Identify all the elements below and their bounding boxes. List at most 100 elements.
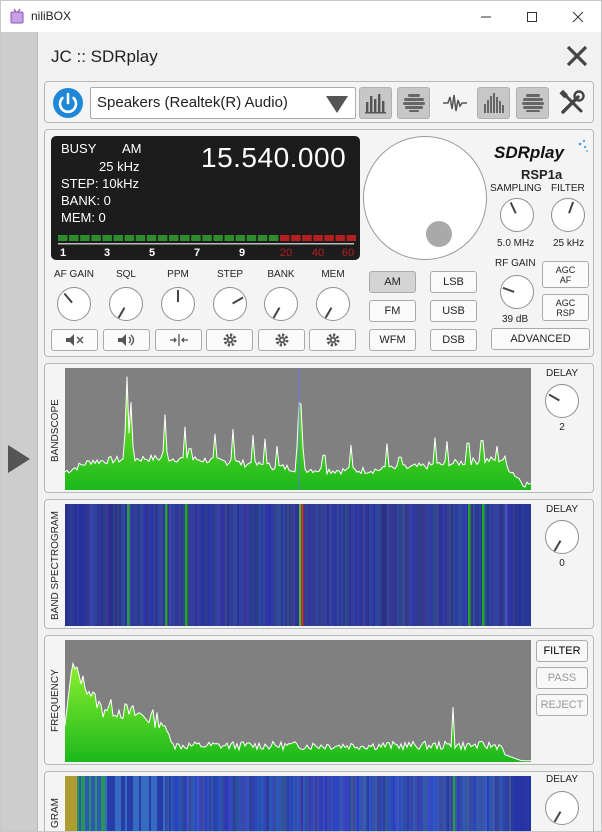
gram-column xyxy=(473,776,475,831)
gram-column xyxy=(231,776,233,831)
gram-column xyxy=(111,776,113,831)
waterfall-button[interactable] xyxy=(397,87,430,119)
mute-button[interactable] xyxy=(51,329,98,351)
advanced-button[interactable]: ADVANCED xyxy=(491,328,590,350)
gram-column xyxy=(347,776,349,831)
reject-button[interactable]: REJECT xyxy=(536,694,588,716)
center-tune-button[interactable] xyxy=(155,329,202,351)
gram-column xyxy=(517,776,519,831)
spectrogram-column xyxy=(389,504,391,626)
gram-column xyxy=(99,776,101,831)
gram-column xyxy=(77,776,79,831)
lcd-mode: AM xyxy=(122,141,142,156)
volume-button[interactable] xyxy=(103,329,150,351)
speaker-icon xyxy=(117,334,134,346)
spectrogram-column xyxy=(199,504,201,626)
gram-column xyxy=(223,776,225,831)
pass-button[interactable]: PASS xyxy=(536,667,588,689)
spectrogram-column xyxy=(169,504,171,626)
gram-column xyxy=(299,776,301,831)
spectrogram-column xyxy=(211,504,213,626)
maximize-button[interactable] xyxy=(509,1,555,32)
spectrum-bars-icon xyxy=(364,94,386,114)
gram-column xyxy=(83,776,85,831)
spectrum-bars-button[interactable] xyxy=(359,87,392,119)
spectrogram-column xyxy=(263,504,265,626)
spectrogram-column xyxy=(331,504,333,626)
spectrogram-column xyxy=(497,504,499,626)
spectrogram-column xyxy=(289,504,291,626)
filter-knob[interactable] xyxy=(551,198,585,232)
mode-am-button[interactable]: AM xyxy=(369,271,416,293)
mode-usb-button[interactable]: USB xyxy=(430,300,477,322)
step-settings-button[interactable] xyxy=(206,329,253,351)
dropdown-arrow-icon[interactable] xyxy=(326,96,348,113)
side-panel-strip[interactable] xyxy=(1,32,38,831)
gram-column xyxy=(429,776,431,831)
toolbar: Speakers (Realtek(R) Audio) xyxy=(44,81,594,123)
spectrogram-column xyxy=(313,504,315,626)
maximize-icon xyxy=(527,11,537,22)
spectrogram-column xyxy=(123,504,125,626)
sql-knob[interactable] xyxy=(109,287,143,321)
mode-wfm-button[interactable]: WFM xyxy=(369,329,416,351)
spectrogram-column xyxy=(519,504,521,626)
power-icon[interactable] xyxy=(52,87,84,119)
spectrogram-column xyxy=(349,504,351,626)
spectrogram-column xyxy=(133,504,135,626)
spectrogram-column xyxy=(215,504,217,626)
audio-device-select[interactable]: Speakers (Realtek(R) Audio) xyxy=(90,87,356,119)
ppm-knob[interactable] xyxy=(161,287,195,321)
gram-column xyxy=(257,776,259,831)
stack-button[interactable] xyxy=(516,87,549,119)
bank-knob[interactable] xyxy=(264,287,298,321)
filter-toggle-button[interactable]: FILTER xyxy=(536,640,588,662)
sampling-knob[interactable] xyxy=(500,198,534,232)
mem-settings-button[interactable] xyxy=(309,329,356,351)
spectrogram-panel: BAND SPECTROGRAM DELAY 0 xyxy=(44,499,594,629)
mode-dsb-button[interactable]: DSB xyxy=(430,329,477,351)
spectrogram-delay-knob[interactable] xyxy=(545,520,579,554)
minimize-button[interactable] xyxy=(463,1,509,32)
bandscope-plot[interactable] xyxy=(65,368,531,490)
rfgain-knob-indicator xyxy=(502,286,515,293)
af-gain-knob[interactable] xyxy=(57,287,91,321)
frequency-plot[interactable] xyxy=(65,640,531,762)
mem-knob[interactable] xyxy=(316,287,350,321)
equalizer-bars-button[interactable] xyxy=(477,87,510,119)
gram-column xyxy=(229,776,231,831)
spectrogram-column xyxy=(321,504,323,626)
gram-column xyxy=(163,776,165,831)
rfgain-knob[interactable] xyxy=(500,275,534,309)
gram-delay-knob[interactable] xyxy=(545,791,579,825)
spectrogram-column xyxy=(135,504,137,626)
step-knob[interactable] xyxy=(213,287,247,321)
gram-plot[interactable] xyxy=(65,776,531,832)
spectrogram-column xyxy=(433,504,435,626)
agc-af-button[interactable]: AGC AF xyxy=(542,261,589,288)
gram-column xyxy=(443,776,445,831)
bandscope-delay-knob[interactable] xyxy=(545,384,579,418)
spectrogram-column xyxy=(93,504,95,626)
tuning-dial[interactable] xyxy=(363,136,487,260)
gram-column xyxy=(359,776,361,831)
gram-column xyxy=(365,776,367,831)
expand-arrow-icon[interactable] xyxy=(8,445,30,473)
bank-settings-button[interactable] xyxy=(258,329,305,351)
tuning-dial-grip[interactable] xyxy=(426,221,452,247)
close-window-button[interactable] xyxy=(555,1,601,32)
tools-button[interactable] xyxy=(555,87,588,119)
spectrogram-column xyxy=(509,504,511,626)
spectrogram-column xyxy=(147,504,149,626)
agc-rsp-button[interactable]: AGC RSP xyxy=(542,294,589,321)
spectrogram-column xyxy=(397,504,399,626)
frequency-display[interactable]: 15.540.000 xyxy=(201,142,346,174)
spectrogram-column xyxy=(473,504,475,626)
spectrogram-plot[interactable] xyxy=(65,504,531,626)
spectrogram-column xyxy=(171,504,173,626)
mode-lsb-button[interactable]: LSB xyxy=(430,271,477,293)
waveform-button[interactable] xyxy=(438,87,471,119)
gram-column xyxy=(227,776,229,831)
mode-fm-button[interactable]: FM xyxy=(369,300,416,322)
close-panel-icon[interactable] xyxy=(564,43,590,69)
